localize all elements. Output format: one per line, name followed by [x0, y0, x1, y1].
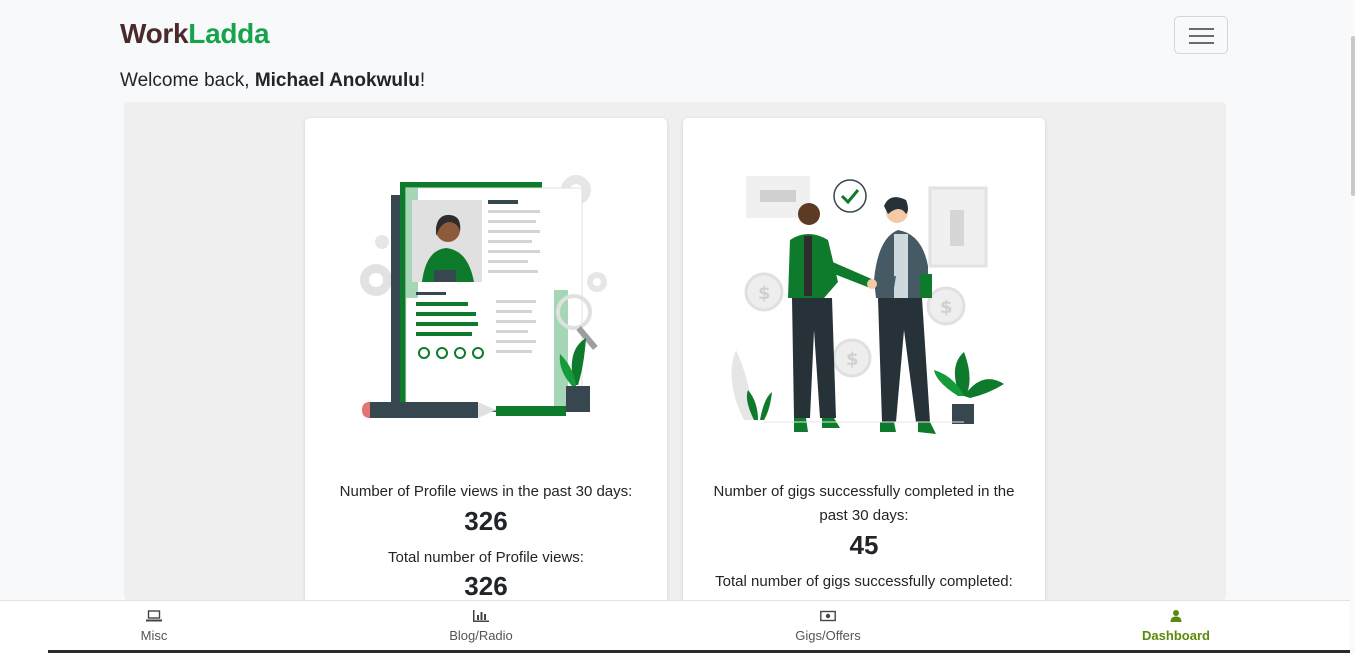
- user-name: Michael Anokwulu: [254, 70, 420, 91]
- money-bill-icon: [820, 610, 836, 622]
- page-scrollbar[interactable]: [1349, 0, 1355, 653]
- nav-label-gigs-offers: Gigs/Offers: [795, 628, 861, 643]
- gigs-recent-label: Number of gigs successfully completed in…: [713, 483, 1015, 524]
- svg-text:$: $: [940, 297, 953, 318]
- welcome-message: Welcome back, Michael Anokwulu!: [120, 70, 426, 91]
- nav-item-misc[interactable]: Misc: [54, 601, 254, 651]
- menu-toggle-button[interactable]: [1174, 16, 1228, 54]
- nav-item-dashboard[interactable]: Dashboard: [1076, 601, 1276, 651]
- brand-part-ladda: Ladda: [188, 18, 270, 49]
- gigs-completed-card: $ $ $ Number of gigs successfully comple…: [683, 118, 1045, 618]
- hamburger-icon: [1189, 28, 1214, 30]
- gigs-recent-value: 45: [849, 530, 879, 560]
- resume-illustration: [360, 175, 607, 418]
- profile-views-total-label: Total number of Profile views:: [388, 549, 584, 566]
- dashboard-panel: [124, 102, 1226, 600]
- profile-views-total-value: 326: [464, 571, 508, 601]
- nav-item-blog-radio[interactable]: Blog/Radio: [381, 601, 581, 651]
- profile-views-recent-label: Number of Profile views in the past 30 d…: [339, 483, 633, 500]
- nav-label-dashboard: Dashboard: [1142, 628, 1210, 643]
- profile-views-card: Number of Profile views in the past 30 d…: [305, 118, 667, 618]
- brand-part-work: Work: [120, 18, 189, 49]
- profile-views-recent-value: 326: [464, 506, 508, 536]
- nav-item-gigs-offers[interactable]: Gigs/Offers: [728, 601, 928, 651]
- svg-text:$: $: [846, 349, 859, 370]
- laptop-icon: [146, 610, 162, 622]
- svg-text:$: $: [758, 283, 771, 304]
- handshake-illustration: $ $ $: [731, 176, 1004, 434]
- brand-logo[interactable]: WorkLadda: [120, 18, 270, 50]
- nav-label-misc: Misc: [140, 628, 168, 643]
- scrollbar-thumb[interactable]: [1351, 36, 1355, 196]
- nav-label-blog-radio: Blog/Radio: [449, 628, 513, 643]
- bottom-navigation: Misc Blog/Radio Gigs/Offers Dashboard: [0, 600, 1350, 654]
- bar-chart-icon: [473, 610, 489, 622]
- user-icon: [1170, 610, 1182, 622]
- gigs-total-label: Total number of gigs successfully comple…: [715, 573, 1013, 590]
